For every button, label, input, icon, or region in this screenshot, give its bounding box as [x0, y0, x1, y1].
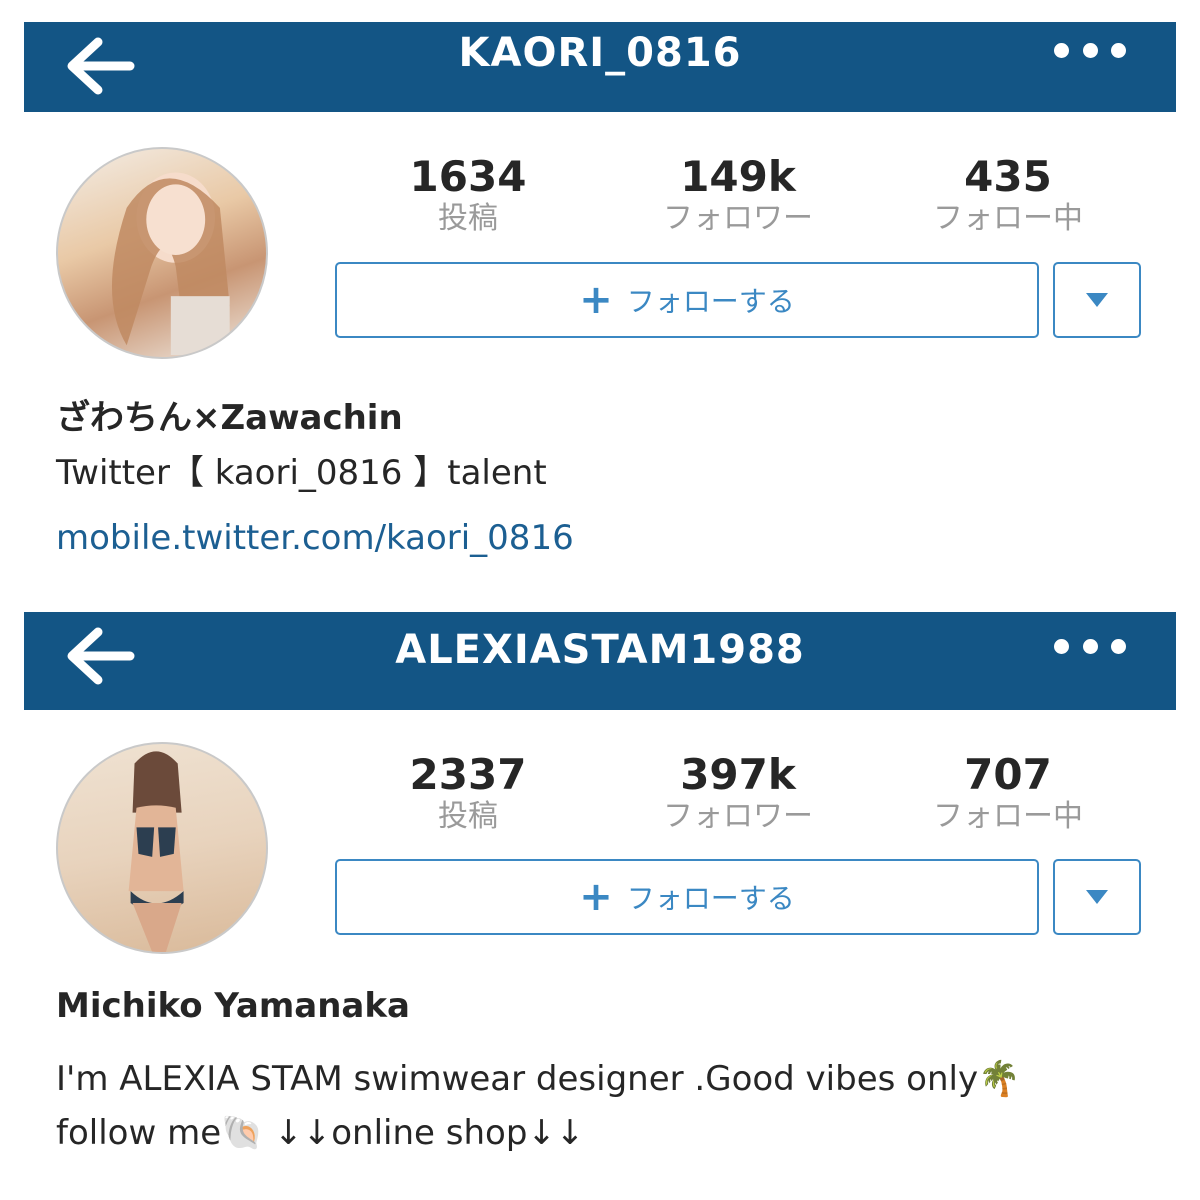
posts-label: 投稿	[438, 201, 498, 236]
posts-count: 1634	[409, 152, 527, 201]
profile-bio: Twitter【 kaori_0816 】talent	[56, 453, 547, 493]
profile-username: KAORI_0816	[458, 30, 742, 76]
profile-card-kaori: KAORI_0816 1634 投稿 149k フォロワー 435 フォロー中 …	[0, 0, 1200, 590]
stat-posts[interactable]: 1634 投稿	[348, 152, 588, 236]
stat-followers[interactable]: 397k フォロワー	[618, 750, 858, 834]
more-options-button[interactable]	[1054, 38, 1126, 62]
triangle-down-icon	[1086, 890, 1108, 904]
profile-bio-line-1: I'm ALEXIA STAM swimwear designer .Good …	[56, 1059, 1021, 1099]
profile-full-name: Michiko Yamanaka	[56, 986, 410, 1026]
profile-card-alexiastam: ALEXIASTAM1988 2337 投稿 397k フォロワー 707 フォ…	[0, 596, 1200, 1186]
follow-button-label: フォローする	[626, 882, 795, 915]
avatar-photo	[128, 751, 184, 952]
followers-label: フォロワー	[663, 201, 813, 236]
plus-icon: +	[579, 277, 613, 323]
more-dots-icon	[1054, 42, 1069, 58]
profile-full-name: ざわちん×Zawachin	[56, 398, 403, 438]
suggested-dropdown-button[interactable]	[1053, 859, 1141, 935]
posts-count: 2337	[409, 750, 527, 799]
plus-icon: +	[579, 874, 613, 920]
more-options-button[interactable]	[1054, 634, 1126, 658]
profile-bio: I'm ALEXIA STAM swimwear designer .Good …	[56, 1052, 1156, 1160]
more-dots-icon	[1054, 638, 1069, 654]
avatar[interactable]	[56, 147, 268, 359]
avatar-photo	[111, 172, 230, 356]
followers-count: 397k	[680, 750, 796, 799]
follow-button[interactable]: + フォローする	[335, 262, 1039, 338]
followers-label: フォロワー	[663, 799, 813, 834]
following-label: フォロー中	[933, 201, 1083, 236]
triangle-down-icon	[1086, 293, 1108, 307]
profile-username: ALEXIASTAM1988	[395, 627, 805, 673]
following-count: 435	[964, 152, 1052, 201]
profile-bio-line-2: follow me🐚 ↓↓online shop↓↓	[56, 1113, 585, 1153]
following-count: 707	[964, 750, 1052, 799]
stat-posts[interactable]: 2337 投稿	[348, 750, 588, 834]
follow-button-label: フォローする	[626, 285, 795, 318]
followers-count: 149k	[680, 152, 796, 201]
avatar[interactable]	[56, 742, 268, 954]
stat-following[interactable]: 707 フォロー中	[888, 750, 1128, 834]
top-bar: ALEXIASTAM1988	[24, 612, 1176, 710]
follow-button[interactable]: + フォローする	[335, 859, 1039, 935]
suggested-dropdown-button[interactable]	[1053, 262, 1141, 338]
top-bar: KAORI_0816	[24, 22, 1176, 112]
posts-label: 投稿	[438, 799, 498, 834]
stat-followers[interactable]: 149k フォロワー	[618, 152, 858, 236]
stat-following[interactable]: 435 フォロー中	[888, 152, 1128, 236]
following-label: フォロー中	[933, 799, 1083, 834]
profile-link[interactable]: mobile.twitter.com/kaori_0816	[56, 518, 574, 558]
